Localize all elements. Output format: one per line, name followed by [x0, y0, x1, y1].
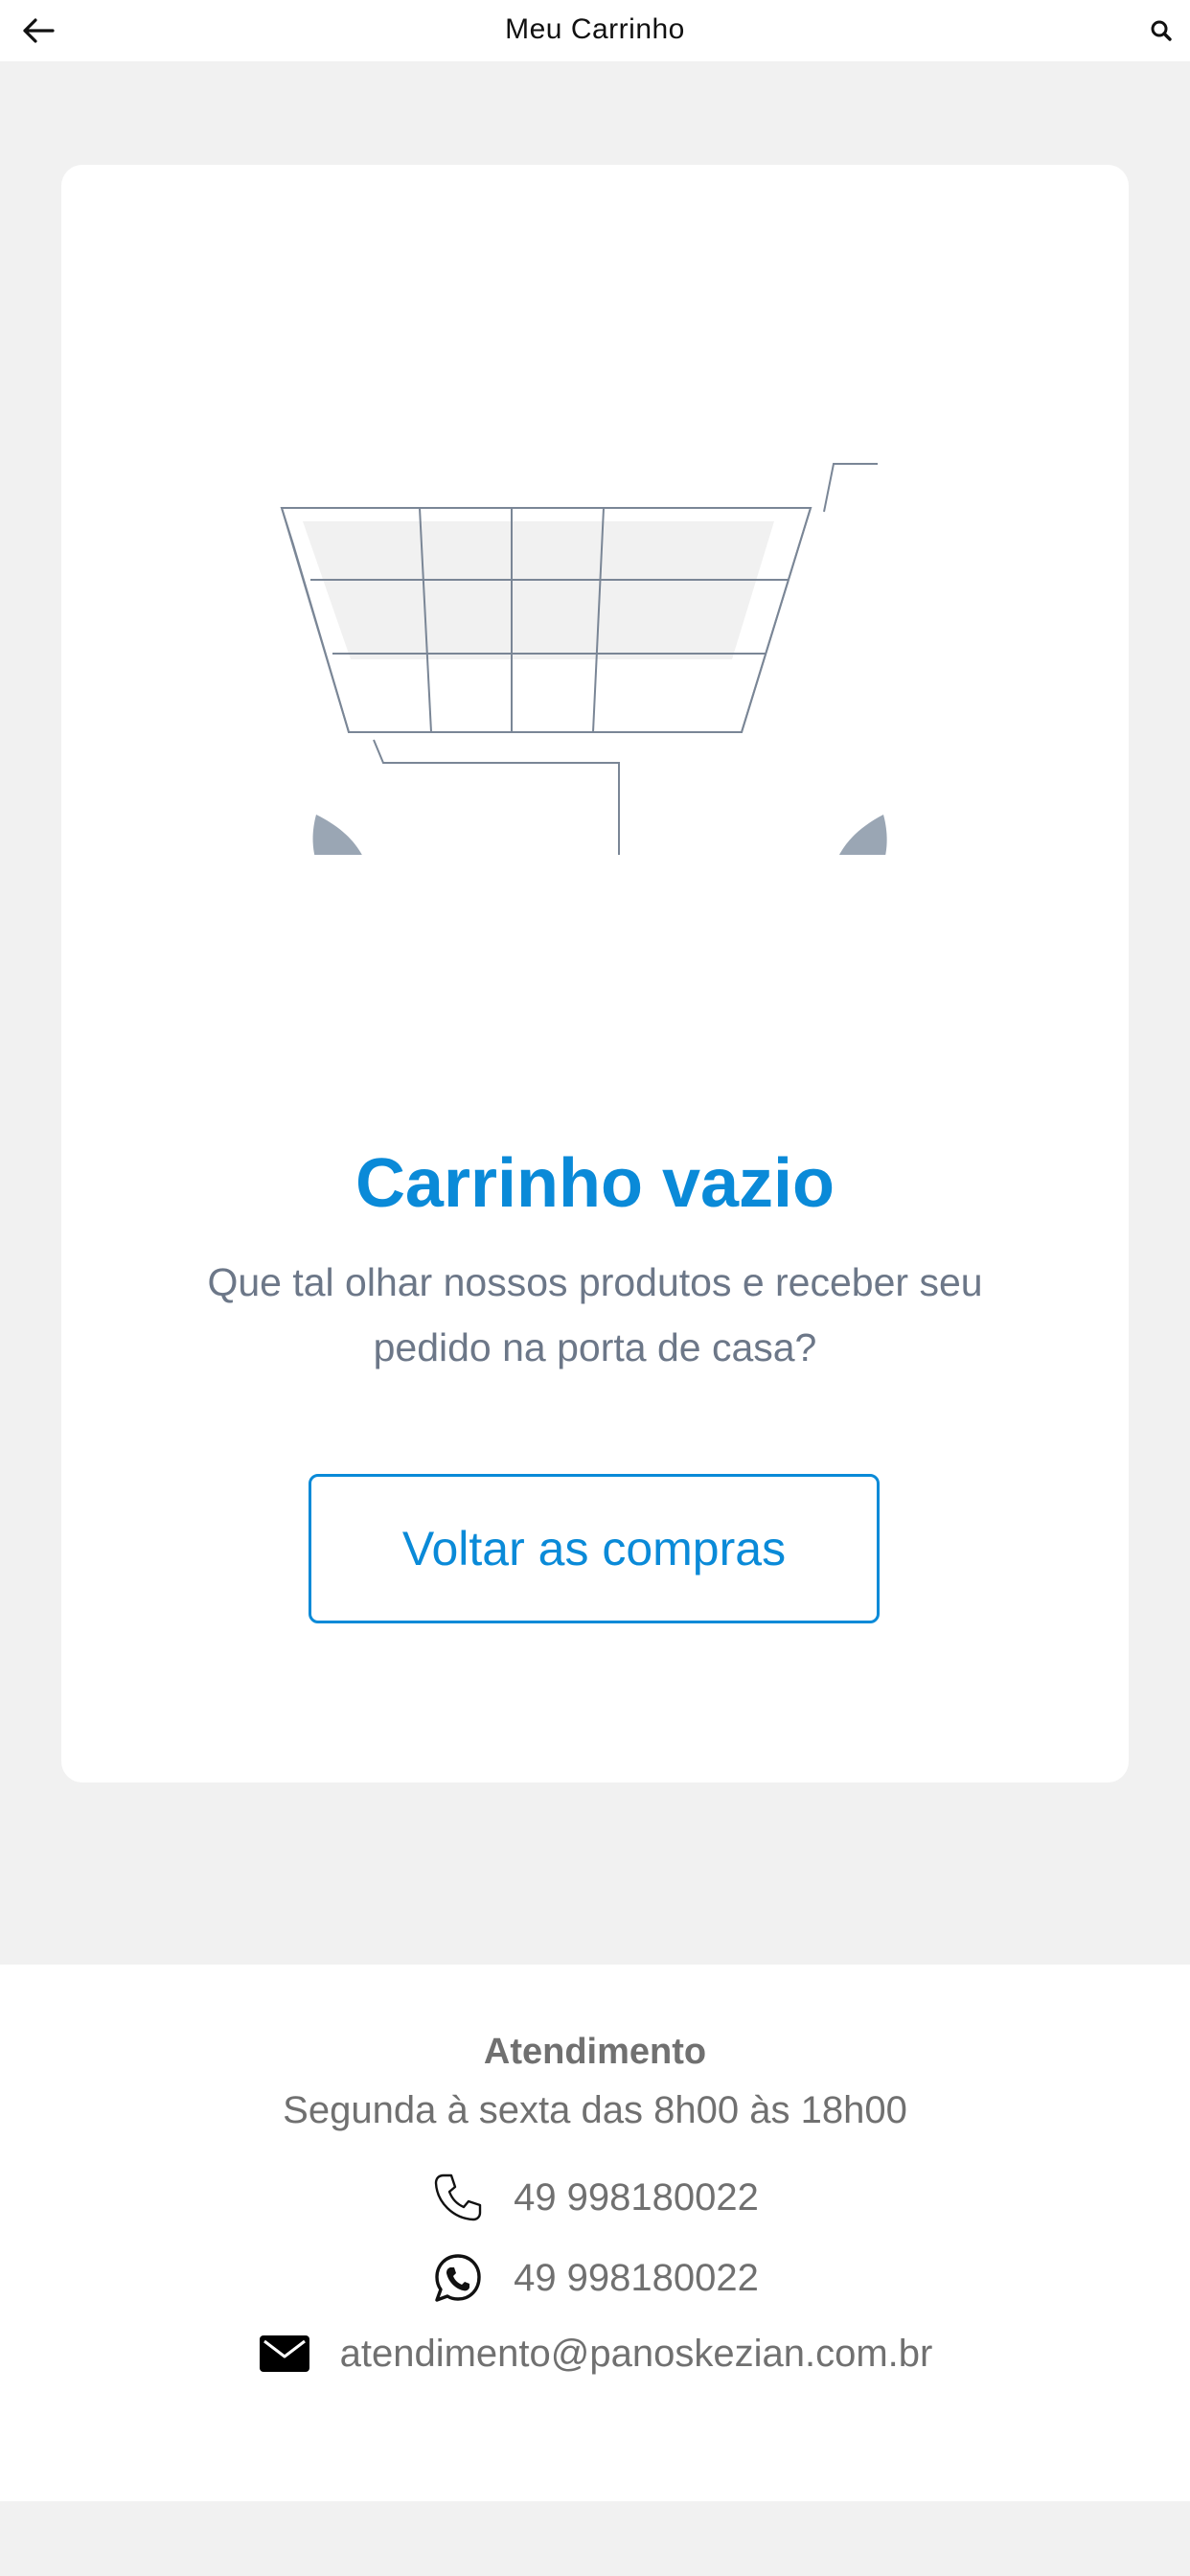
whatsapp-icon [431, 2251, 485, 2305]
support-title: Atendimento [483, 2032, 707, 2072]
search-button[interactable] [1146, 15, 1177, 46]
email-address: atendimento@panoskezian.com.br [339, 2332, 933, 2375]
phone-contact[interactable]: 49 998180022 [0, 2169, 1190, 2226]
whatsapp-number: 49 998180022 [514, 2256, 759, 2299]
email-contact[interactable]: atendimento@panoskezian.com.br [0, 2325, 1190, 2382]
search-icon [1151, 20, 1172, 41]
whatsapp-contact[interactable]: 49 998180022 [0, 2249, 1190, 2307]
empty-shopping-cart-illustration [280, 463, 887, 855]
empty-cart-message: Que tal olhar nossos produtos e receber … [207, 1260, 983, 1369]
top-bar: Meu Carrinho [0, 0, 1190, 61]
support-footer: Atendimento Segunda à sexta das 8h00 às … [0, 1965, 1190, 2501]
mail-icon [258, 2327, 311, 2380]
empty-cart-title: Carrinho vazio [355, 1145, 835, 1222]
back-to-shopping-button[interactable]: Voltar as compras [309, 1474, 880, 1623]
phone-icon [431, 2171, 485, 2224]
page-title: Meu Carrinho [505, 13, 685, 45]
phone-number: 49 998180022 [514, 2175, 759, 2219]
support-hours: Segunda à sexta das 8h00 às 18h00 [283, 2089, 907, 2131]
empty-cart-card: Carrinho vazio Que tal olhar nossos prod… [61, 165, 1129, 1782]
